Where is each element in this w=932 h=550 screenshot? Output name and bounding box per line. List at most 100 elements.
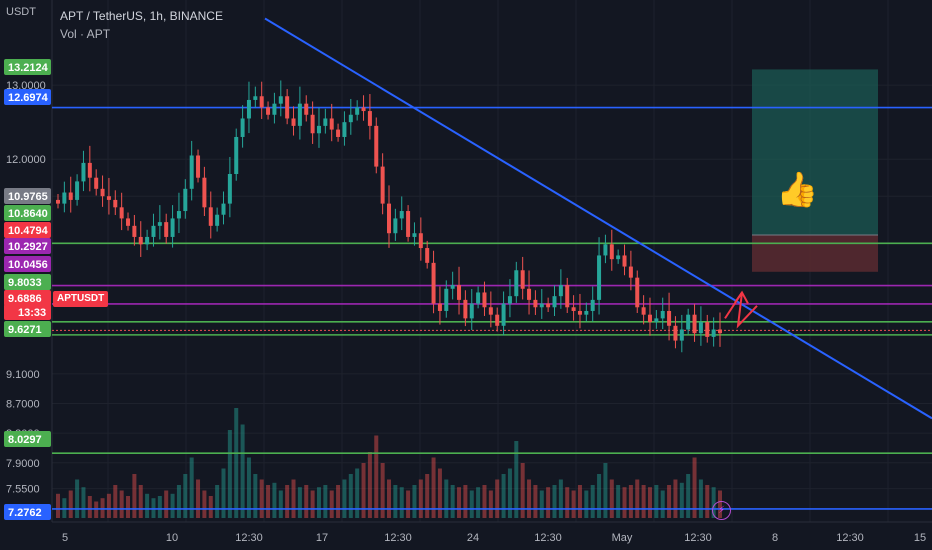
volume-bar xyxy=(221,468,226,518)
candle-body xyxy=(527,288,532,300)
volume-bar xyxy=(164,490,169,518)
price-tag-label: 7.2762 xyxy=(8,507,42,519)
volume-bar xyxy=(609,479,614,518)
volume-bar xyxy=(584,490,589,518)
candle-body xyxy=(406,211,411,237)
volume-bar xyxy=(488,490,493,518)
x-tick-label: 8 xyxy=(772,532,778,544)
candle-body xyxy=(100,188,105,197)
candle-body xyxy=(291,118,296,126)
volume-bar xyxy=(654,485,659,518)
candle-body xyxy=(565,285,570,308)
volume-bar xyxy=(196,479,201,518)
chart-title[interactable]: APT / TetherUS, 1h, BINANCE xyxy=(60,9,223,23)
x-tick-label: 12:30 xyxy=(384,532,412,544)
candle-body xyxy=(336,129,341,137)
volume-bar xyxy=(393,485,398,518)
volume-bar xyxy=(316,487,321,518)
volume-bar xyxy=(145,493,150,518)
price-tag-label: 10.2927 xyxy=(8,241,48,253)
target-zone xyxy=(752,69,878,235)
volume-bar xyxy=(673,479,678,518)
volume-bar xyxy=(495,479,500,518)
volume-bar xyxy=(329,490,334,518)
x-tick-label: 12:30 xyxy=(684,532,712,544)
price-tag-label: 12.6974 xyxy=(8,92,49,104)
price-tags: 13.2124 12.6974 10.9765 10.8640 10.4794 10.29… xyxy=(4,59,51,520)
candle-body xyxy=(698,322,703,334)
candle-body xyxy=(616,255,621,260)
symbol-tag: APTUSDT xyxy=(53,291,109,307)
lightning-icon[interactable]: ⚡ xyxy=(712,501,731,520)
price-tag-label: 13:33 xyxy=(18,307,46,319)
candle-body xyxy=(234,136,239,174)
candle-body xyxy=(387,203,391,234)
candle-body xyxy=(654,318,659,323)
volume-bar xyxy=(106,493,111,518)
volume-bar xyxy=(539,490,544,518)
volume-bar xyxy=(686,474,691,518)
volume-bar xyxy=(647,487,652,518)
y-tick-label: 9.1000 xyxy=(6,369,40,381)
volume-bar xyxy=(622,487,627,518)
volume-bar xyxy=(667,485,672,518)
volume-bar xyxy=(565,487,570,518)
candle-body xyxy=(183,188,188,212)
candle-body xyxy=(176,211,181,219)
candle-body xyxy=(590,299,595,311)
candle-body xyxy=(215,214,220,226)
volume-bar xyxy=(482,485,487,518)
volume-bar xyxy=(234,408,239,518)
candle-body xyxy=(68,192,73,200)
candle-body xyxy=(329,118,334,130)
candle-body xyxy=(151,225,156,237)
volume-bar xyxy=(641,485,646,518)
candle-body xyxy=(660,310,665,319)
candle-body xyxy=(597,255,602,300)
candle-body xyxy=(431,262,436,304)
x-tick-label: 24 xyxy=(467,532,479,544)
candle-body xyxy=(87,162,92,178)
volume-bar xyxy=(418,479,423,518)
y-tick-label: 7.9000 xyxy=(6,458,40,470)
thumbs-up-icon: 👍 xyxy=(776,171,819,209)
candle-body xyxy=(240,118,245,137)
candle-body xyxy=(558,285,563,297)
candle-body xyxy=(75,181,80,200)
candle-body xyxy=(208,207,213,226)
volume-bar xyxy=(444,479,449,518)
volume-bar xyxy=(272,482,277,518)
volume-bar xyxy=(387,479,391,518)
price-chart[interactable]: 13.000012.000011.50009.10008.70008.30007… xyxy=(0,0,932,550)
candle-body xyxy=(189,155,194,189)
volume-bar xyxy=(628,485,633,518)
price-unit-label: USDT xyxy=(6,6,36,18)
volume-bar xyxy=(507,468,512,518)
candle-body xyxy=(718,329,722,334)
candle-body xyxy=(539,303,544,308)
candle-body xyxy=(482,292,487,308)
candle-body xyxy=(126,218,131,226)
x-tick-label: 15 xyxy=(914,532,926,544)
candle-body xyxy=(495,314,500,326)
candle-body xyxy=(380,166,385,204)
candle-body xyxy=(145,236,150,245)
volume-bar xyxy=(62,498,67,518)
candle-body xyxy=(476,292,481,304)
candle-body xyxy=(667,310,672,326)
volume-bar xyxy=(323,485,328,518)
volume-bar xyxy=(81,487,86,518)
candle-body xyxy=(514,270,519,297)
volume-legend[interactable]: Vol · APT xyxy=(60,27,110,41)
candle-body xyxy=(81,162,86,182)
volume-bar xyxy=(577,485,582,518)
candlestick-series xyxy=(56,80,722,353)
price-tag-label: 8.0297 xyxy=(8,434,42,446)
volume-bar xyxy=(412,485,417,518)
price-tag-label: 10.9765 xyxy=(8,191,48,203)
candle-body xyxy=(692,314,697,334)
volume-bar xyxy=(68,490,73,518)
candle-body xyxy=(533,299,538,308)
volume-bar xyxy=(616,485,621,518)
volume-bar xyxy=(450,485,455,518)
